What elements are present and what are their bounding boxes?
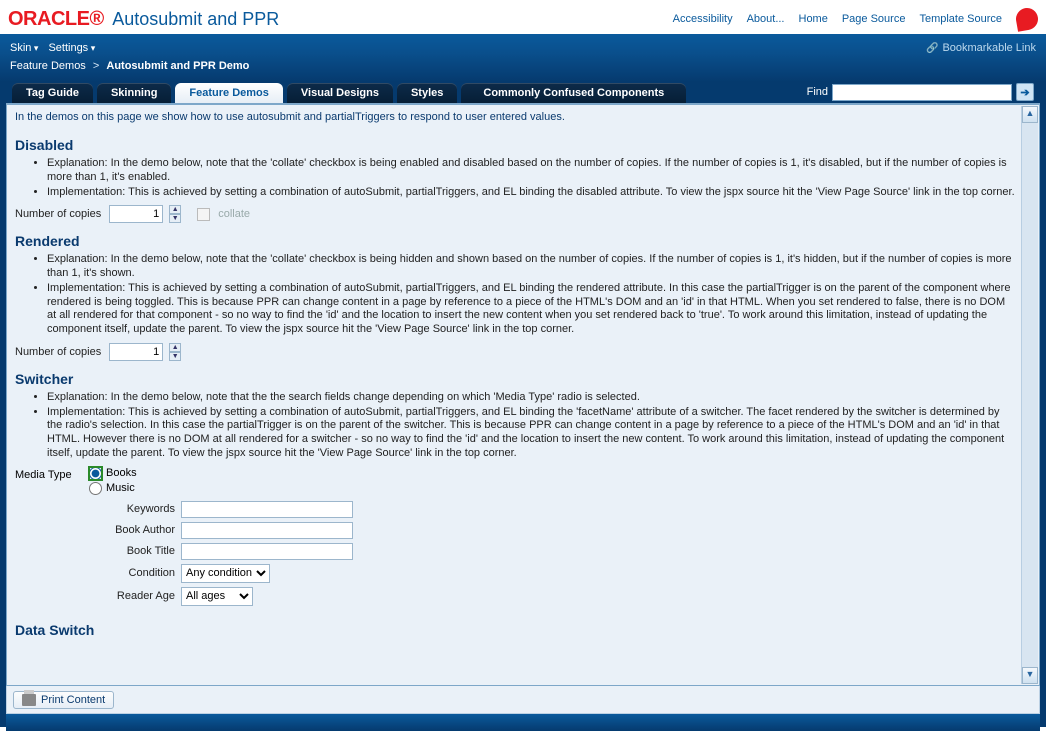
find-go-button[interactable]: ➔ bbox=[1016, 83, 1034, 101]
condition-label: Condition bbox=[15, 567, 175, 579]
link-about[interactable]: About... bbox=[747, 13, 785, 25]
breadcrumb: Feature Demos > Autosubmit and PPR Demo bbox=[10, 60, 1036, 72]
tab-styles[interactable]: Styles bbox=[397, 83, 457, 103]
bookmarkable-link[interactable]: Bookmarkable Link bbox=[926, 42, 1036, 54]
print-content-button[interactable]: Print Content bbox=[13, 691, 114, 709]
radio-music[interactable]: Music bbox=[89, 482, 137, 495]
tab-visual-designs[interactable]: Visual Designs bbox=[287, 83, 393, 103]
radio-books[interactable]: Books bbox=[89, 467, 137, 480]
link-accessibility[interactable]: Accessibility bbox=[673, 13, 733, 25]
tab-feature-demos[interactable]: Feature Demos bbox=[175, 83, 282, 103]
intro-text: In the demos on this page we show how to… bbox=[15, 111, 1017, 123]
collate-label: collate bbox=[218, 208, 250, 220]
title-input[interactable] bbox=[181, 543, 353, 560]
breadcrumb-root[interactable]: Feature Demos bbox=[10, 60, 86, 72]
age-label: Reader Age bbox=[15, 590, 175, 602]
link-home[interactable]: Home bbox=[799, 13, 828, 25]
blue-bar: Skin Settings Bookmarkable Link Feature … bbox=[0, 34, 1046, 82]
rendered-copies-input[interactable] bbox=[109, 343, 163, 361]
settings-menu[interactable]: Settings bbox=[48, 42, 95, 54]
link-page-source[interactable]: Page Source bbox=[842, 13, 906, 25]
rendered-copies-spinner[interactable]: ▲▼ bbox=[169, 343, 181, 361]
age-select[interactable]: All ages bbox=[181, 587, 253, 606]
tab-bar: Tag Guide Skinning Feature Demos Visual … bbox=[6, 82, 1040, 104]
oracle-swoosh-icon bbox=[1014, 6, 1039, 31]
scroll-up-button[interactable]: ▲ bbox=[1022, 106, 1038, 123]
find-input[interactable] bbox=[832, 84, 1012, 101]
section-switcher-bullets: Explanation: In the demo below, note tha… bbox=[15, 391, 1017, 461]
title-label: Book Title bbox=[15, 545, 175, 557]
oracle-logo: ORACLE bbox=[8, 8, 89, 31]
bottom-bar: Print Content bbox=[6, 686, 1040, 714]
tab-commonly-confused[interactable]: Commonly Confused Components bbox=[461, 83, 686, 103]
section-disabled-bullets: Explanation: In the demo below, note tha… bbox=[15, 157, 1017, 199]
condition-select[interactable]: Any condition bbox=[181, 564, 270, 583]
disabled-copies-spinner[interactable]: ▲▼ bbox=[169, 205, 181, 223]
footer-stripe bbox=[6, 714, 1040, 731]
tab-skinning[interactable]: Skinning bbox=[97, 83, 171, 103]
link-template-source[interactable]: Template Source bbox=[919, 13, 1002, 25]
keywords-label: Keywords bbox=[15, 503, 175, 515]
skin-menu[interactable]: Skin bbox=[10, 42, 38, 54]
printer-icon bbox=[22, 694, 36, 706]
rendered-copies-label: Number of copies bbox=[15, 346, 101, 358]
breadcrumb-current: Autosubmit and PPR Demo bbox=[106, 60, 249, 72]
tab-tag-guide[interactable]: Tag Guide bbox=[12, 83, 93, 103]
scroll-down-button[interactable]: ▼ bbox=[1022, 667, 1038, 684]
page-title: Autosubmit and PPR bbox=[112, 9, 279, 30]
media-type-label: Media Type bbox=[15, 467, 77, 495]
author-input[interactable] bbox=[181, 522, 353, 539]
collate-checkbox bbox=[197, 208, 210, 221]
scrollbar[interactable]: ▲ ▼ bbox=[1021, 106, 1038, 684]
section-rendered-title: Rendered bbox=[15, 233, 1017, 249]
section-dataswitch-title: Data Switch bbox=[15, 622, 1017, 638]
section-disabled-title: Disabled bbox=[15, 137, 1017, 153]
author-label: Book Author bbox=[15, 524, 175, 536]
section-rendered-bullets: Explanation: In the demo below, note tha… bbox=[15, 253, 1017, 337]
top-header: ORACLE ® Autosubmit and PPR Accessibilit… bbox=[0, 0, 1046, 34]
disabled-copies-label: Number of copies bbox=[15, 208, 101, 220]
disabled-copies-input[interactable] bbox=[109, 205, 163, 223]
section-switcher-title: Switcher bbox=[15, 371, 1017, 387]
content-frame: In the demos on this page we show how to… bbox=[6, 104, 1040, 686]
find-label: Find bbox=[807, 86, 828, 98]
header-links: Accessibility About... Home Page Source … bbox=[673, 8, 1038, 30]
keywords-input[interactable] bbox=[181, 501, 353, 518]
